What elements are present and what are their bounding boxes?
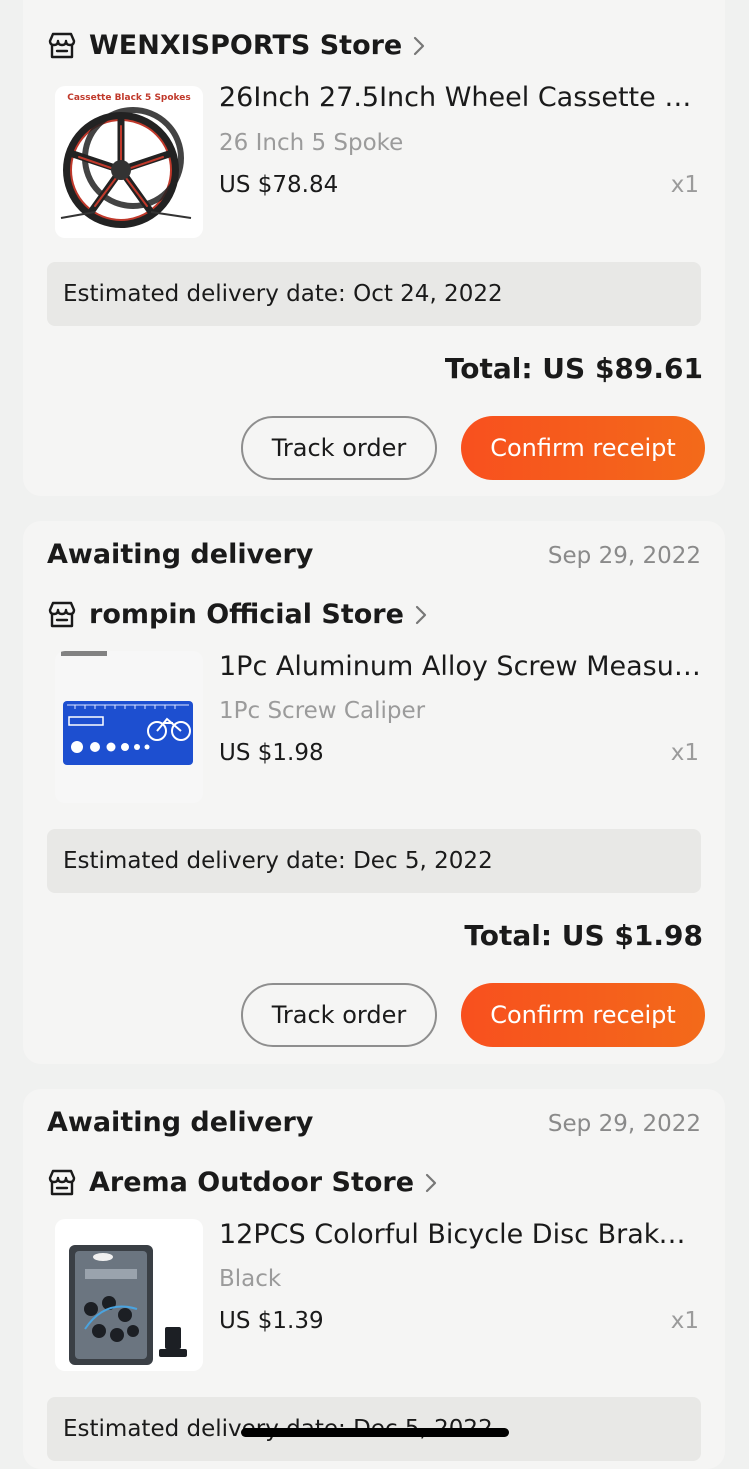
product-price: US $1.98 (219, 740, 324, 766)
store-link[interactable]: Arema Outdoor Store (47, 1167, 438, 1198)
product-quantity: x1 (670, 740, 699, 766)
store-icon (48, 32, 76, 58)
product-image[interactable] (55, 651, 203, 803)
product-variant: 26 Inch 5 Spoke (219, 130, 404, 156)
screw-caliper-image (61, 651, 193, 765)
home-indicator[interactable] (241, 1428, 509, 1437)
store-link[interactable]: rompin Official Store (47, 599, 428, 630)
product-price: US $1.39 (219, 1308, 324, 1334)
brake-rotor-bolts-image (69, 1245, 187, 1365)
order-total: Total: US $1.98 (464, 919, 703, 952)
wheel-image: Cassette Black 5 Spokes (60, 93, 192, 228)
order-status: Awaiting delivery (47, 539, 314, 570)
store-icon (48, 601, 76, 627)
order-card: Awaiting delivery Sep 29, 2022 Arema Out… (23, 1089, 725, 1469)
product-variant: Black (219, 1266, 282, 1292)
product-title[interactable]: 12PCS Colorful Bicycle Disc Brake R... (219, 1219, 701, 1250)
order-date: Sep 29, 2022 (547, 543, 701, 569)
product-price: US $78.84 (219, 172, 339, 198)
order-card: Awaiting delivery Sep 29, 2022 rompin Of… (23, 521, 725, 1064)
product-image[interactable]: Cassette Black 5 Spokes (55, 86, 203, 238)
track-order-button[interactable]: Track order (241, 983, 437, 1047)
delivery-estimate: Estimated delivery date: Dec 5, 2022 (47, 829, 701, 893)
order-card: WENXISPORTS Store Cassette Black 5 Spoke… (23, 0, 725, 496)
order-date: Sep 29, 2022 (547, 1111, 701, 1137)
chevron-right-icon (415, 605, 427, 624)
chevron-right-icon (425, 1173, 437, 1192)
delivery-estimate: Estimated delivery date: Oct 24, 2022 (47, 262, 701, 326)
confirm-receipt-button[interactable]: Confirm receipt (461, 416, 705, 480)
store-name: rompin Official Store (89, 599, 404, 630)
order-total: Total: US $89.61 (444, 352, 703, 385)
store-name: WENXISPORTS Store (89, 30, 403, 61)
confirm-receipt-button[interactable]: Confirm receipt (461, 983, 705, 1047)
product-image[interactable] (55, 1219, 203, 1371)
chevron-right-icon (414, 36, 425, 55)
product-title[interactable]: 26Inch 27.5Inch Wheel Cassette M... (219, 82, 701, 113)
store-icon (48, 1169, 76, 1195)
image-caption: Cassette Black 5 Spokes (67, 93, 191, 103)
store-link[interactable]: WENXISPORTS Store (47, 30, 426, 61)
product-variant: 1Pc Screw Caliper (219, 698, 426, 724)
product-quantity: x1 (670, 1308, 699, 1334)
store-name: Arema Outdoor Store (89, 1167, 415, 1198)
product-quantity: x1 (670, 172, 699, 198)
product-title[interactable]: 1Pc Aluminum Alloy Screw Measuri... (219, 651, 701, 682)
order-status: Awaiting delivery (47, 1107, 314, 1138)
track-order-button[interactable]: Track order (241, 416, 437, 480)
